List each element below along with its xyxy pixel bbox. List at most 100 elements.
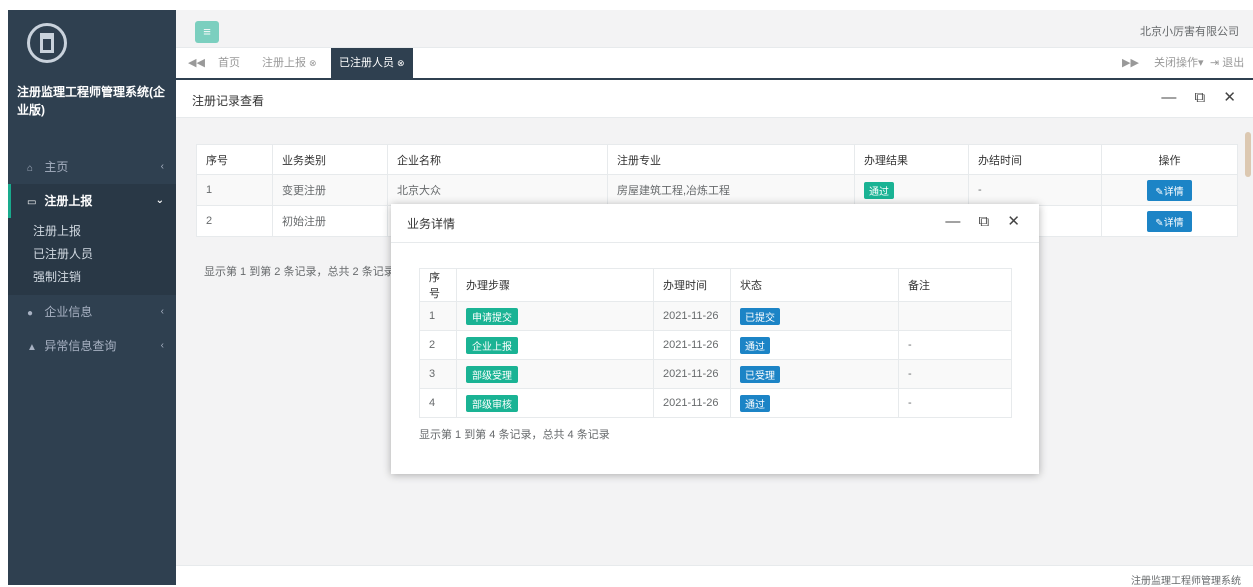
sidebar-item-company-info[interactable]: ● 企业信息 ‹ [8,295,176,329]
chevron-down-icon: ⌄ [155,195,164,206]
tabs-bar: ◀◀ 首页 注册上报 ⊗ 已注册人员 ⊗ ▶▶ 关闭操作▾ ⇥ 退出 [176,48,1253,80]
sidebar-item-label: 注册上报 [44,194,93,208]
table-row: 4 部级审核 2021-11-26 通过 - [419,388,1012,418]
sidebar-subitem-forced-cancel[interactable]: 强制注销 [8,266,176,289]
window-controls[interactable]: — ⧉ ✕ [1161,88,1243,106]
sidebar-item-label: 异常信息查询 [44,339,117,353]
table-cell: 企业上报 [456,330,654,360]
table-cell: 1 [196,174,273,206]
table-cell: 变更注册 [272,174,388,206]
logo-icon [27,23,67,63]
user-icon: ● [27,308,34,319]
table-cell: - [968,174,1102,206]
tab-register-report[interactable]: 注册上报 ⊗ [254,48,325,78]
column-header: 企业名称 [387,144,608,175]
table-cell: 2021-11-26 [653,359,731,389]
table-cell: 2021-11-26 [653,388,731,418]
sidebar-submenu: 注册上报 已注册人员 强制注销 [8,218,176,295]
table-row: 1 申请提交 2021-11-26 已提交 [419,301,1012,331]
detail-label: 详情 [1163,217,1184,229]
table-cell: 2 [196,205,273,237]
table-row: 2 企业上报 2021-11-26 通过 - [419,330,1012,360]
status-badge: 通过 [864,181,894,199]
sidebar-subitem-registered-persons[interactable]: 已注册人员 [8,243,176,266]
table-cell: 通过 [730,388,899,418]
sidebar-item-exception-query[interactable]: ▲ 异常信息查询 ‹ [8,329,176,363]
menu-icon[interactable]: ≡ [195,21,219,43]
table-header-row: 序号 办理步骤 办理时间 状态 备注 [419,268,1012,302]
table-cell: 2021-11-26 [653,330,731,360]
pagination-summary: 显示第 1 到第 2 条记录，总共 2 条记录 [204,266,395,278]
tabs-prev-icon[interactable]: ◀◀ [188,48,205,78]
column-header: 办结时间 [968,144,1102,175]
chevron-left-icon: ‹ [160,340,164,351]
tab-home[interactable]: 首页 [210,48,248,78]
sidebar-item-home[interactable]: ⌂ 主页 ‹ [8,150,176,184]
tab-label: 注册上报 [262,57,306,69]
close-tab-icon[interactable]: ⊗ [397,58,405,68]
table-cell: - [898,330,1012,360]
status-badge: 已提交 [740,307,780,325]
company-name: 北京小厉害有限公司 [1140,26,1239,38]
column-header: 办理步骤 [456,268,654,302]
table-cell: - [898,359,1012,389]
table-cell: 已受理 [730,359,899,389]
tabs-next-icon[interactable]: ▶▶ [1122,48,1139,78]
system-title: 注册监理工程师管理系统(企业版) [17,85,165,117]
table-cell: 已提交 [730,301,899,331]
column-header: 注册专业 [607,144,855,175]
column-header: 业务类别 [272,144,388,175]
table-cell: ✎详情 [1101,205,1238,237]
column-header: 序号 [196,144,273,175]
sidebar-item-register-report[interactable]: ▭ 注册上报 ⌄ [8,184,176,218]
sidebar-item-label: 主页 [44,160,69,174]
close-tab-icon[interactable]: ⊗ [309,58,317,68]
logout-button[interactable]: ⇥ 退出 [1210,48,1244,78]
monitor-icon: ▭ [27,197,37,208]
table-cell: 北京大众 [387,174,608,206]
modal-window-controls[interactable]: — ⧉ ✕ [945,212,1027,230]
scrollbar[interactable] [1245,132,1251,177]
table-cell: 部级审核 [456,388,654,418]
warning-icon: ▲ [27,342,37,353]
home-icon: ⌂ [27,163,34,174]
top-bar: ≡ 北京小厉害有限公司 [176,10,1253,48]
detail-button[interactable]: ✎详情 [1147,210,1192,232]
table-cell: 房屋建筑工程,冶炼工程 [607,174,855,206]
detail-button[interactable]: ✎详情 [1147,179,1192,201]
panel-header: 注册记录查看 — ⧉ ✕ [176,80,1253,118]
business-detail-modal: 业务详情 — ⧉ ✕ 序号 办理步骤 办理时间 状态 备注 1 申请提交 202… [391,204,1039,474]
logout-icon: ⇥ [1210,57,1223,69]
sidebar-nav: ⌂ 主页 ‹ ▭ 注册上报 ⌄ 注册上报 已注册人员 强制注销 ● 企业信息 ‹… [8,150,176,363]
step-badge: 部级受理 [466,365,518,383]
table-cell: 2021-11-26 [653,301,731,331]
table-header-row: 序号 业务类别 企业名称 注册专业 办理结果 办结时间 操作 [196,144,1238,175]
tab-label: 已注册人员 [339,57,394,69]
tab-registered-persons[interactable]: 已注册人员 ⊗ [331,48,413,78]
column-header: 操作 [1101,144,1238,175]
modal-header: 业务详情 — ⧉ ✕ [391,204,1039,243]
column-header: 办理结果 [854,144,969,175]
footer: 注册监理工程师管理系统 [176,565,1253,587]
column-header: 办理时间 [653,268,731,302]
table-cell [898,301,1012,331]
table-cell: 通过 [854,174,969,206]
table-cell: 申请提交 [456,301,654,331]
table-cell: 3 [419,359,457,389]
table-row: 1 变更注册 北京大众 房屋建筑工程,冶炼工程 通过 - ✎详情 [196,174,1238,206]
table-cell: - [898,388,1012,418]
sidebar-subitem-register-report[interactable]: 注册上报 [8,220,176,243]
close-operations-dropdown[interactable]: 关闭操作▾ [1154,48,1204,78]
sidebar: 注册监理工程师管理系统(企业版) ⌂ 主页 ‹ ▭ 注册上报 ⌄ 注册上报 已注… [8,10,176,585]
logout-label: 退出 [1222,57,1245,69]
modal-title: 业务详情 [407,217,456,231]
table-cell: 初始注册 [272,205,388,237]
column-header: 状态 [730,268,899,302]
status-badge: 通过 [740,336,770,354]
table-cell: 4 [419,388,457,418]
tab-label: 首页 [218,57,240,69]
status-badge: 已受理 [740,365,780,383]
step-badge: 申请提交 [466,307,518,325]
table-cell: 通过 [730,330,899,360]
chevron-left-icon: ‹ [160,161,164,172]
